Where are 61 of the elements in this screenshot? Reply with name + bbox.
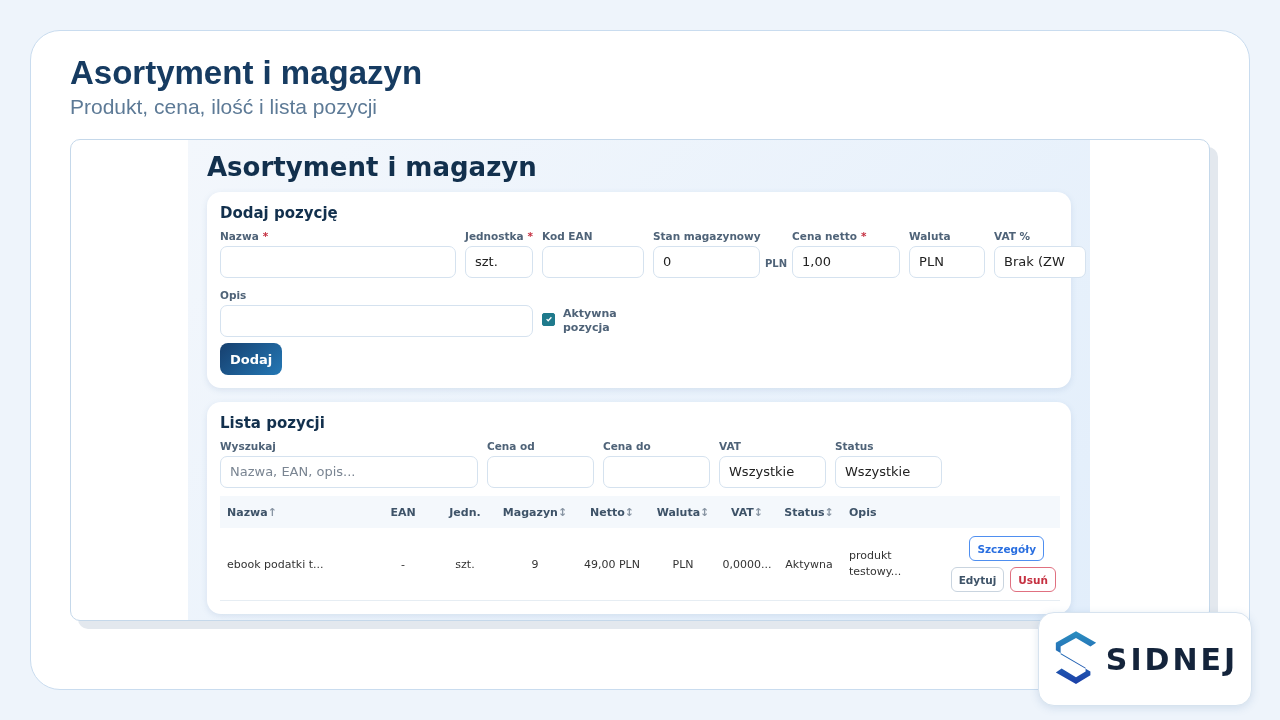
required-mark: * xyxy=(527,230,534,243)
table-cell-text: 9 xyxy=(530,557,540,571)
filter-field[interactable] xyxy=(603,456,710,489)
table-cell-text: 0,0000... xyxy=(721,557,773,571)
table-cell-text: produkt testowy... xyxy=(848,548,903,581)
logo-text: SIDNEJ xyxy=(1105,641,1239,677)
input-field[interactable] xyxy=(220,305,533,338)
details-button[interactable]: Szczegóły xyxy=(969,536,1044,562)
checkbox[interactable] xyxy=(542,312,555,326)
panel-title: Lista pozycji xyxy=(220,414,326,433)
add-button[interactable]: Dodaj xyxy=(220,343,283,376)
filter-field[interactable]: Nazwa, EAN, opis... xyxy=(220,456,478,489)
filter-field[interactable]: Wszystkie xyxy=(719,456,826,489)
input-field[interactable] xyxy=(542,246,644,279)
check-icon xyxy=(544,315,553,324)
filter-label: VAT xyxy=(719,440,741,453)
column-header[interactable]: Opis xyxy=(842,505,942,519)
table-cell-text: Aktywna xyxy=(784,557,834,571)
field-label: Jednostka * xyxy=(465,230,534,243)
column-header[interactable]: Nazwa↑ xyxy=(220,505,370,519)
column-header[interactable]: Jedn. xyxy=(436,505,494,519)
input-field[interactable]: 0 xyxy=(653,246,760,279)
input-field[interactable]: Brak (ZW xyxy=(994,246,1087,279)
delete-button[interactable]: Usuń xyxy=(1010,567,1056,593)
table-cell-text: 49,00 PLN xyxy=(583,557,641,571)
field-label: VAT % xyxy=(994,230,1031,243)
column-header[interactable]: VAT↕ xyxy=(718,505,776,519)
app-title: Asortyment i magazyn xyxy=(207,152,538,183)
filter-field[interactable] xyxy=(487,456,594,489)
filter-field[interactable]: Wszystkie xyxy=(835,456,942,489)
column-header[interactable]: Magazyn↕ xyxy=(494,505,576,519)
column-header[interactable]: EAN xyxy=(370,505,436,519)
input-field[interactable] xyxy=(220,246,456,279)
required-mark: * xyxy=(262,230,269,243)
table-cell-text: szt. xyxy=(454,557,476,571)
panel-title: Dodaj pozycję xyxy=(220,204,339,223)
field-label: Opis xyxy=(220,289,247,302)
field-label: Waluta xyxy=(909,230,951,243)
column-header[interactable]: Netto↕ xyxy=(576,505,648,519)
table-cell-text: - xyxy=(400,557,406,571)
column-header[interactable]: Status↕ xyxy=(776,505,842,519)
table-cell-text: ebook podatki t... xyxy=(226,557,325,571)
filter-label: Status xyxy=(835,440,874,453)
field-label: Cena netto * xyxy=(792,230,867,243)
currency-label: PLN xyxy=(765,258,788,270)
checkbox-label: Aktywna pozycja xyxy=(563,306,618,336)
edit-button[interactable]: Edytuj xyxy=(950,567,1005,593)
page-subtitle: Produkt, cena, ilość i lista pozycji xyxy=(70,95,378,120)
filter-label: Cena od xyxy=(487,440,535,453)
column-header[interactable]: Waluta↕ xyxy=(648,505,718,519)
field-label: Kod EAN xyxy=(542,230,593,243)
page-title: Asortyment i magazyn xyxy=(70,55,424,92)
table-cell-text: PLN xyxy=(671,557,695,571)
filter-label: Cena do xyxy=(603,440,651,453)
filter-label: Wyszukaj xyxy=(220,440,276,453)
field-label: Stan magazynowy xyxy=(653,230,761,243)
input-field[interactable]: PLN xyxy=(909,246,986,279)
input-field[interactable]: 1,00 xyxy=(792,246,901,279)
input-field[interactable]: szt. xyxy=(465,246,533,279)
required-mark: * xyxy=(861,230,867,243)
field-label: Nazwa * xyxy=(220,230,269,243)
